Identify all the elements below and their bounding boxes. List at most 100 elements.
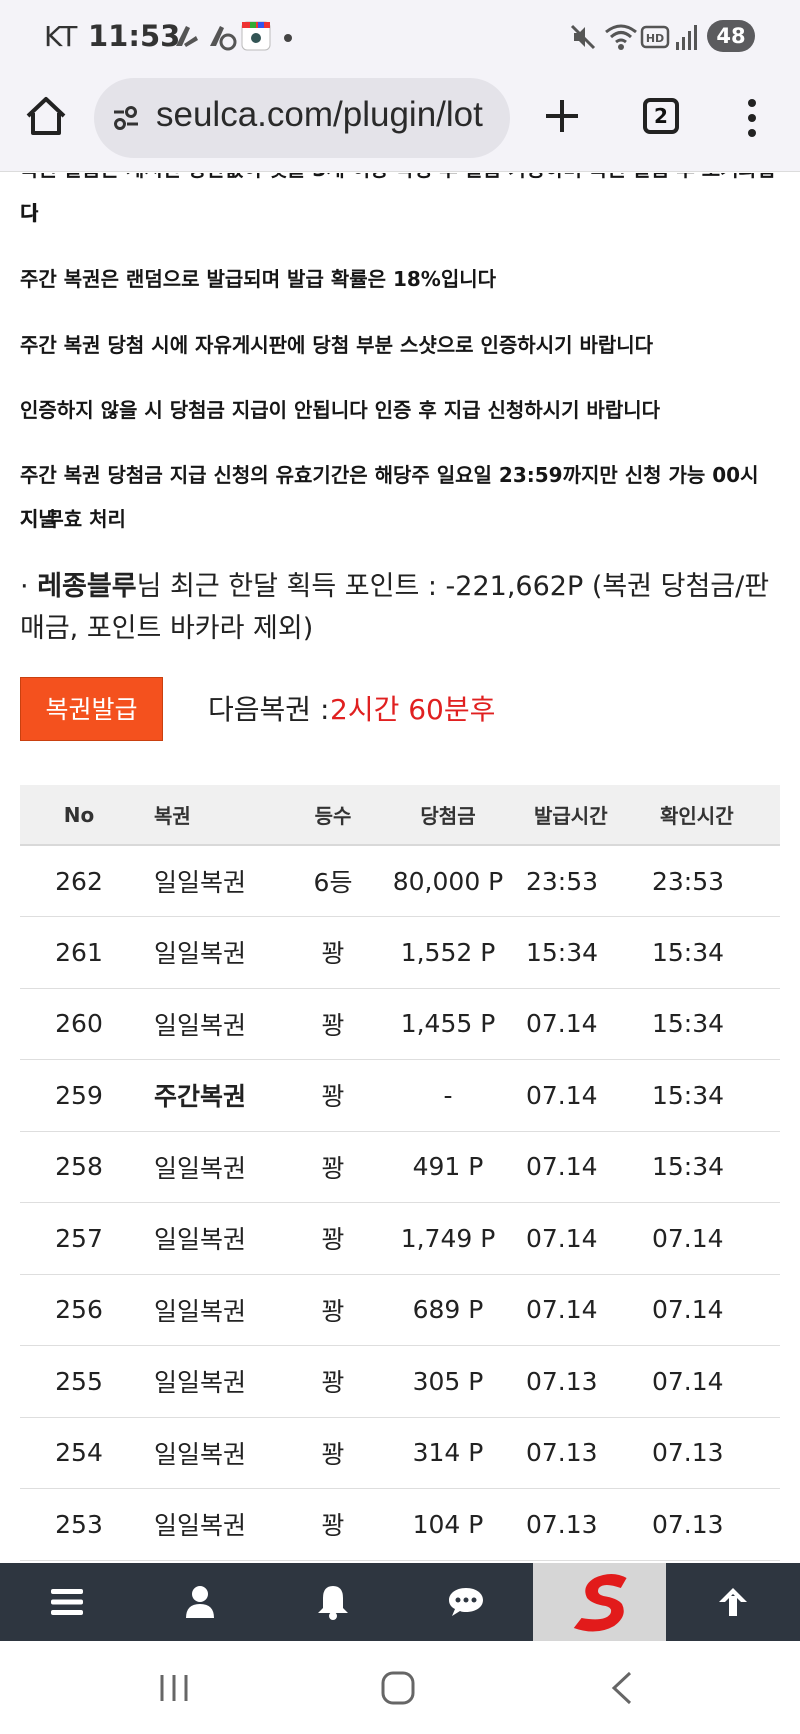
svg-text:HD: HD — [646, 32, 664, 45]
bullet: · — [20, 571, 29, 602]
cell-checked-time: 07.13 — [644, 1488, 780, 1561]
cell-rank: 꽝 — [288, 1417, 378, 1489]
arrow-up-icon — [718, 1588, 747, 1616]
table-header-row: No 복권 등수 당첨금 발급시간 확인시간 — [20, 785, 780, 846]
cell-issued-time: 07.14 — [518, 1274, 644, 1346]
recent-apps-icon[interactable] — [157, 1671, 191, 1705]
nav-user-button[interactable] — [133, 1563, 266, 1641]
cell-issued-time: 07.14 — [518, 1059, 644, 1132]
carrier-label: KT — [44, 20, 78, 53]
cell-checked-time: 07.14 — [644, 1345, 780, 1418]
table-row: 262 일일복권 6등 80,000 P 23:53 23:53 — [20, 845, 780, 917]
new-tab-icon[interactable] — [542, 96, 582, 136]
cell-prize: 1,455 P — [378, 988, 518, 1060]
cell-issued-time: 07.14 — [518, 1131, 644, 1203]
more-notifications-dot — [284, 34, 292, 42]
bell-icon — [317, 1586, 348, 1620]
cell-no: 253 — [20, 1488, 138, 1561]
more-options-icon[interactable] — [744, 96, 760, 140]
cell-issued-time: 07.14 — [518, 988, 644, 1060]
chat-icon — [448, 1588, 483, 1616]
notice-line: 주간 복권 당첨 시에 자유게시판에 당첨 부분 스샷으로 인증하시기 바랍니다 — [20, 333, 654, 357]
cell-lottery: 일일복권 — [138, 1417, 288, 1489]
nav-chat-button[interactable] — [399, 1563, 532, 1641]
column-header-rank: 등수 — [288, 785, 378, 846]
cell-no: 255 — [20, 1345, 138, 1418]
table-row: 258 일일복권 꽝 491 P 07.14 15:34 — [20, 1131, 780, 1203]
nav-scroll-top-button[interactable] — [666, 1563, 799, 1641]
cell-no: 256 — [20, 1274, 138, 1346]
cell-no: 262 — [20, 845, 138, 917]
cell-prize: 491 P — [378, 1131, 518, 1203]
cell-prize: 1,552 P — [378, 916, 518, 989]
cell-rank: 꽝 — [288, 1274, 378, 1346]
notice-line: 시 무효 처리 — [20, 507, 126, 531]
cell-prize: 314 P — [378, 1417, 518, 1489]
column-header-prize: 당첨금 — [378, 785, 518, 846]
monthly-points-summary: · 레종블루님 최근 한달 획득 포인트 : -221,662P (복권 당첨금… — [20, 566, 790, 650]
site-settings-icon[interactable] — [110, 102, 142, 134]
cell-checked-time: 07.14 — [644, 1202, 780, 1275]
notification-app-icon-2 — [210, 26, 237, 51]
menu-icon — [50, 1589, 83, 1615]
lottery-history-table: No 복권 등수 당첨금 발급시간 확인시간 262 일일복권 6등 80,00… — [20, 785, 780, 1561]
table-row: 260 일일복권 꽝 1,455 P 07.14 15:34 — [20, 988, 780, 1060]
cell-no: 261 — [20, 916, 138, 989]
cell-lottery: 일일복권 — [138, 1488, 288, 1561]
cell-prize: 305 P — [378, 1345, 518, 1418]
cell-prize: 689 P — [378, 1274, 518, 1346]
cell-no: 257 — [20, 1202, 138, 1275]
status-bar: KT 11:53 HD 48 — [0, 0, 800, 72]
cell-rank: 꽝 — [288, 1202, 378, 1275]
cell-rank: 꽝 — [288, 916, 378, 989]
cell-issued-time: 07.13 — [518, 1417, 644, 1489]
notice-line: 주간 복권은 랜덤으로 발급되며 발급 확률은 18%입니다 — [20, 267, 497, 291]
cell-issued-time: 07.13 — [518, 1345, 644, 1418]
cell-lottery: 일일복권 — [138, 916, 288, 989]
wifi-icon — [605, 24, 637, 50]
cell-prize: 104 P — [378, 1488, 518, 1561]
cell-lottery: 주간복권 — [138, 1059, 288, 1132]
page-content: 복권 발급은 게시판 상관없이 댓글 3개 이상 작성 후 발급 가능하며 복권… — [0, 173, 800, 1563]
table-row: 254 일일복권 꽝 314 P 07.13 07.13 — [20, 1417, 780, 1489]
cell-checked-time: 15:34 — [644, 1131, 780, 1203]
system-navigation-bar — [0, 1641, 800, 1734]
cell-prize: - — [378, 1059, 518, 1132]
cell-lottery: 일일복권 — [138, 1202, 288, 1275]
battery-indicator: 48 — [707, 20, 755, 52]
table-row: 256 일일복권 꽝 689 P 07.14 07.14 — [20, 1274, 780, 1346]
nav-notifications-button[interactable] — [266, 1563, 399, 1641]
cell-lottery: 일일복권 — [138, 1274, 288, 1346]
cell-no: 254 — [20, 1417, 138, 1489]
tab-switcher-button[interactable]: 2 — [643, 98, 679, 134]
notification-app-icon — [176, 26, 198, 47]
cell-rank: 꽝 — [288, 1059, 378, 1132]
table-row: 259 주간복권 꽝 - 07.14 15:34 — [20, 1059, 780, 1132]
home-icon[interactable] — [24, 94, 68, 138]
map-notification-icon — [241, 21, 271, 51]
cell-rank: 꽝 — [288, 1345, 378, 1418]
cell-prize: 1,749 P — [378, 1202, 518, 1275]
cell-rank: 꽝 — [288, 988, 378, 1060]
table-row: 257 일일복권 꽝 1,749 P 07.14 07.14 — [20, 1202, 780, 1275]
hd-voice-icon: HD — [640, 25, 670, 49]
cell-issued-time: 07.13 — [518, 1488, 644, 1561]
user-icon — [185, 1586, 214, 1618]
column-header-checked-time: 확인시간 — [644, 785, 780, 846]
table-row: 253 일일복권 꽝 104 P 07.13 07.13 — [20, 1488, 780, 1561]
next-lottery-label: 다음복권 : — [208, 693, 330, 726]
address-bar[interactable]: seulca.com/plugin/lot — [94, 78, 510, 158]
cell-checked-time: 23:53 — [644, 845, 780, 917]
nav-home-logo-button[interactable] — [533, 1563, 666, 1641]
site-bottom-nav — [0, 1563, 800, 1641]
home-nav-icon[interactable] — [380, 1670, 416, 1706]
next-lottery-countdown: 2시간 60분후 — [330, 693, 496, 726]
back-icon[interactable] — [610, 1670, 634, 1706]
issue-lottery-button[interactable]: 복권발급 — [20, 677, 163, 741]
browser-toolbar: seulca.com/plugin/lot 2 — [0, 72, 800, 172]
nav-menu-button[interactable] — [0, 1563, 133, 1641]
cell-lottery: 일일복권 — [138, 845, 288, 917]
cell-issued-time: 07.14 — [518, 1202, 644, 1275]
cell-checked-time: 15:34 — [644, 988, 780, 1060]
notice-line: 다 — [20, 201, 39, 225]
